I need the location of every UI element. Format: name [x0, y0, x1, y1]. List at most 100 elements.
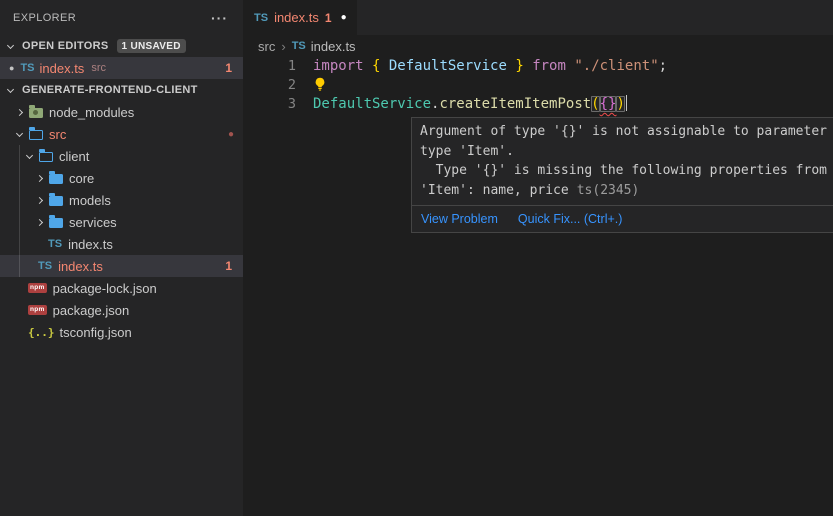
explorer-title: EXPLORER — [13, 12, 76, 24]
tab-bar: TS index.ts 1 ● — [243, 0, 833, 35]
open-editor-file-name: index.ts — [40, 61, 85, 76]
tab-file-name: index.ts — [274, 10, 319, 25]
tree-item-label: src — [49, 127, 66, 142]
modified-dot-icon[interactable]: ● — [9, 63, 14, 73]
tree-item-label: package.json — [53, 303, 130, 318]
folder-icon — [49, 196, 63, 206]
tree-item-services[interactable]: services — [0, 211, 243, 233]
tab-index-ts[interactable]: TS index.ts 1 ● — [243, 0, 357, 35]
node-modules-folder-icon — [29, 108, 43, 118]
chevron-down-icon — [7, 41, 14, 48]
chevron-down-icon — [7, 85, 14, 92]
breadcrumb-file[interactable]: index.ts — [311, 39, 356, 54]
chevron-right-icon[interactable] — [16, 108, 23, 115]
tree-item-label: index.ts — [58, 259, 103, 274]
open-editor-item-index-ts[interactable]: ● TS index.ts src 1 — [0, 57, 243, 79]
chevron-right-icon[interactable] — [36, 218, 43, 225]
file-tree: node_modulessrc ● client core models services… — [0, 101, 243, 343]
chevron-down-icon[interactable] — [26, 151, 33, 158]
chevron-right-icon[interactable] — [36, 196, 43, 203]
tab-error-count-badge: 1 — [325, 11, 332, 25]
code-content — [313, 76, 327, 95]
code-token: ; — [659, 58, 667, 74]
tree-item-node-modules[interactable]: node_modules — [0, 101, 243, 123]
tree-item-label: services — [69, 215, 117, 230]
workspace-label: GENERATE-FRONTEND-CLIENT — [22, 84, 198, 96]
breadcrumb-folder[interactable]: src — [258, 39, 275, 54]
tree-item-src[interactable]: src ● — [0, 123, 243, 145]
typescript-file-icon: TS — [254, 12, 268, 24]
npm-file-icon: npm — [28, 283, 47, 293]
open-editor-file-description: src — [91, 62, 106, 74]
error-message-line: type 'Item'. — [420, 142, 833, 162]
code-token: ( — [591, 96, 599, 112]
code-token — [524, 58, 532, 74]
folder-icon — [49, 218, 63, 228]
open-editors-section-header[interactable]: OPEN EDITORS 1 UNSAVED — [0, 35, 243, 57]
code-line[interactable]: 1 import { DefaultService } from "./clien… — [243, 57, 833, 76]
unsaved-dot-icon[interactable]: ● — [341, 12, 347, 23]
chevron-right-icon[interactable] — [36, 174, 43, 181]
code-editor[interactable]: 1 import { DefaultService } from "./clien… — [243, 57, 833, 114]
tree-item-client[interactable]: client — [0, 145, 243, 167]
tree-item-label: package-lock.json — [53, 281, 157, 296]
folder-open-icon — [39, 152, 53, 162]
error-code-ref: ts(2345) — [577, 183, 640, 198]
line-number: 3 — [243, 95, 296, 114]
error-message-line: Argument of type '{}' is not assignable … — [420, 122, 833, 142]
folder-error-dot-icon: ● — [228, 129, 234, 140]
code-token — [364, 58, 372, 74]
code-token: createItemItemPost — [439, 96, 591, 112]
quick-fix-link[interactable]: Quick Fix... (Ctrl+.) — [518, 212, 623, 226]
view-problem-link[interactable]: View Problem — [421, 212, 498, 226]
line-number: 1 — [243, 57, 296, 76]
tree-item-label: core — [69, 171, 94, 186]
code-line[interactable]: 3 DefaultService.createItemItemPost({}) — [243, 95, 833, 114]
tree-item-label: models — [69, 193, 111, 208]
code-token: } — [515, 58, 523, 74]
text-cursor — [626, 95, 628, 111]
error-message-line: Type '{}' is missing the following prope… — [420, 161, 833, 181]
code-token: "./client" — [574, 58, 658, 74]
typescript-file-icon: TS — [48, 238, 62, 250]
tree-item-package-json[interactable]: npmpackage.json — [0, 299, 243, 321]
tree-item-label: client — [59, 149, 89, 164]
error-count-badge: 1 — [225, 61, 232, 75]
tree-item-index-ts[interactable]: TS index.ts — [0, 233, 243, 255]
chevron-down-icon[interactable] — [16, 129, 23, 136]
folder-open-icon — [29, 130, 43, 140]
tree-item-tsconfig-json[interactable]: {..}tsconfig.json — [0, 321, 243, 343]
code-content: import { DefaultService } from "./client… — [313, 57, 667, 76]
error-count-badge: 1 — [225, 259, 232, 273]
tree-item-core[interactable]: core — [0, 167, 243, 189]
explorer-sidebar: EXPLORER ··· OPEN EDITORS 1 UNSAVED ● TS… — [0, 0, 243, 516]
lightbulb-icon[interactable] — [313, 77, 327, 91]
code-line[interactable]: 2 — [243, 76, 833, 95]
code-token: from — [532, 58, 566, 74]
line-number: 2 — [243, 76, 296, 95]
breadcrumb: src › TS index.ts — [243, 35, 833, 57]
explorer-header: EXPLORER ··· — [0, 0, 243, 35]
error-message: Argument of type '{}' is not assignable … — [412, 118, 833, 205]
workspace-section-header[interactable]: GENERATE-FRONTEND-CLIENT — [0, 79, 243, 101]
code-content: DefaultService.createItemItemPost({}) — [313, 95, 627, 114]
more-actions-icon[interactable]: ··· — [211, 13, 228, 23]
typescript-file-icon: TS — [292, 40, 306, 52]
json-config-file-icon: {..} — [28, 326, 55, 339]
typescript-file-icon: TS — [20, 62, 34, 74]
hover-actions: View Problem Quick Fix... (Ctrl+.) — [412, 205, 833, 232]
tree-item-package-lock-json[interactable]: npm package-lock.json — [0, 277, 243, 299]
vscode-window: EXPLORER ··· OPEN EDITORS 1 UNSAVED ● TS… — [0, 0, 833, 516]
error-message-line: 'Item': name, pricets(2345) — [420, 181, 833, 201]
open-editors-label: OPEN EDITORS — [22, 40, 109, 52]
tree-item-index-ts[interactable]: TS index.ts 1 — [0, 255, 243, 277]
code-token: import — [313, 58, 364, 74]
folder-icon — [49, 174, 63, 184]
typescript-file-icon: TS — [38, 260, 52, 272]
tree-item-models[interactable]: models — [0, 189, 243, 211]
unsaved-badge: 1 UNSAVED — [117, 39, 186, 53]
code-token: {} — [600, 96, 617, 112]
editor-area: TS index.ts 1 ● src › TS index.ts 1 impor… — [243, 0, 833, 516]
tree-item-label: index.ts — [68, 237, 113, 252]
code-token: ) — [616, 96, 624, 112]
